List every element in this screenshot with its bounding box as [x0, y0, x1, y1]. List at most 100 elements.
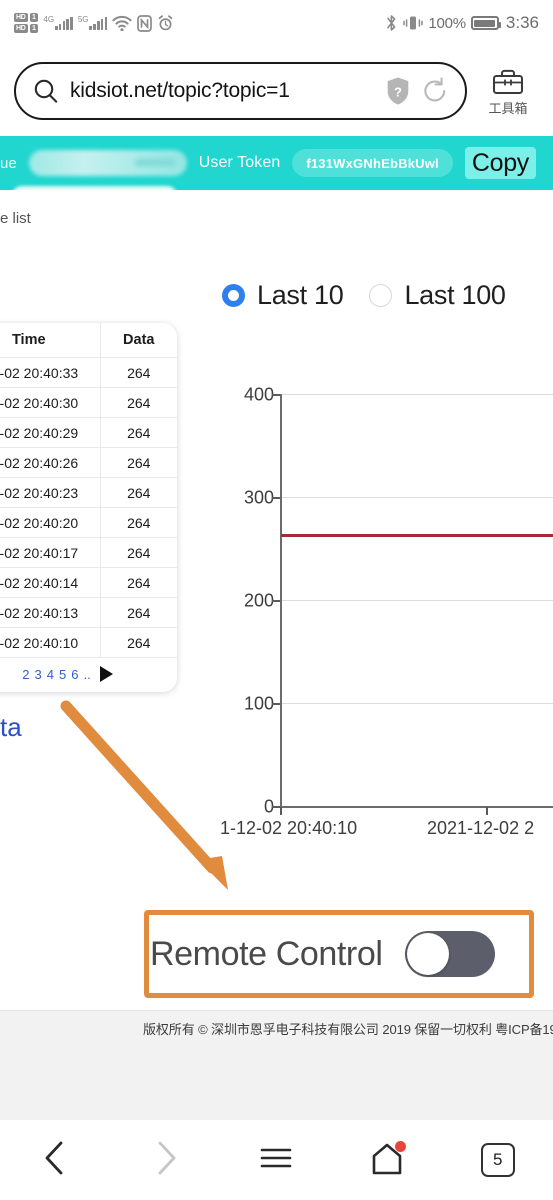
- sim-1-badge-icon: 1: [29, 13, 39, 22]
- blue-link-cut-text[interactable]: ta: [0, 712, 22, 743]
- cell-data: 264: [100, 627, 177, 658]
- y-tick-label-100: 100: [243, 693, 274, 714]
- table-row: -12-02 20:40:10264: [0, 627, 177, 658]
- cell-time: -12-02 20:40:17: [0, 537, 101, 568]
- table-row: -12-02 20:40:29264: [0, 417, 177, 448]
- cell-data: 264: [100, 507, 177, 538]
- y-tick-label-200: 200: [243, 590, 274, 611]
- y-tick-mark: [272, 394, 280, 396]
- grid-line: [281, 600, 553, 601]
- y-axis-line: [280, 394, 282, 807]
- y-tick-mark: [272, 806, 280, 808]
- url-text[interactable]: kidsiot.net/topic?topic=1: [70, 79, 375, 103]
- line-chart: 400 300 200 100 0 1-12-02 20:40:10 2021-…: [214, 365, 553, 845]
- radio-dot-selected-icon[interactable]: [222, 284, 245, 307]
- sim-2-row: HD 1: [14, 24, 39, 33]
- menu-button[interactable]: [241, 1130, 311, 1190]
- data-table: Time Data -12-02 20:40:33264 -12-02 20:4…: [0, 323, 177, 658]
- x-tick-mark: [486, 807, 488, 815]
- radio-option-last-100[interactable]: Last 100: [369, 280, 506, 311]
- home-notification-dot-icon: [395, 1141, 407, 1152]
- battery-percent-label: 100%: [428, 14, 466, 32]
- home-button[interactable]: [352, 1130, 422, 1190]
- next-page-icon[interactable]: [99, 666, 113, 682]
- vibrate-icon: [403, 14, 424, 32]
- url-bar[interactable]: kidsiot.net/topic?topic=1 ?: [14, 62, 467, 120]
- page-link-5[interactable]: 5: [59, 667, 66, 682]
- remote-control-row: Remote Control: [150, 918, 528, 990]
- y-tick-mark: [272, 703, 280, 705]
- signal-bars-2-icon: [89, 17, 108, 30]
- signal-group-1: 4G: [43, 15, 73, 30]
- shield-question-icon[interactable]: ?: [385, 76, 411, 106]
- radio-dot-unselected-icon[interactable]: [369, 284, 393, 307]
- svg-text:?: ?: [394, 85, 402, 100]
- signal-bars-1-icon: [55, 17, 73, 30]
- user-token-value[interactable]: f131WxGNhEbBkUwl: [292, 149, 453, 177]
- table-header-time: Time: [0, 323, 101, 358]
- table-row: -12-02 20:40:23264: [0, 477, 177, 508]
- network-type-1-label: 4G: [43, 15, 55, 24]
- copyright-text: 版权所有 © 深圳市恩孚电子科技有限公司 2019 保留一切权利 粤ICP备19…: [143, 1022, 553, 1037]
- grid-line: [281, 703, 553, 704]
- toolbox-icon: [491, 66, 525, 96]
- cell-time: -12-02 20:40:23: [0, 477, 101, 508]
- back-chevron-icon: [40, 1139, 70, 1182]
- alarm-icon: [157, 14, 174, 32]
- remote-control-toggle[interactable]: [404, 931, 495, 977]
- y-tick-mark: [272, 600, 280, 602]
- series-line-data: [281, 534, 553, 537]
- x-axis-line: [280, 806, 553, 808]
- cell-data: 264: [100, 417, 177, 448]
- forward-chevron-icon: [151, 1139, 181, 1182]
- back-button[interactable]: [20, 1130, 90, 1190]
- dual-sim-indicators: HD 1 HD 1: [14, 13, 39, 33]
- page-link-2[interactable]: 2: [22, 667, 29, 682]
- forward-button[interactable]: [131, 1130, 201, 1190]
- hd-badge-icon: HD: [14, 13, 28, 22]
- toggle-knob: [406, 933, 449, 975]
- network-type-2-label: 5G: [77, 15, 89, 24]
- toolbox-button[interactable]: 工具箱: [477, 66, 539, 117]
- pagination: 2 3 4 5 6 ..: [0, 658, 177, 692]
- range-selector: Last 10 Last 100: [222, 280, 506, 311]
- page-link-4[interactable]: 4: [47, 667, 54, 682]
- table-row: -12-02 20:40:17264: [0, 537, 177, 568]
- grid-line: [281, 497, 553, 498]
- cell-data: 264: [100, 537, 177, 568]
- page-content: e list Last 10 Last 100 Time Data -02 20…: [0, 190, 553, 1010]
- x-tick-label-end: 2021-12-02 2: [427, 818, 535, 838]
- status-bar-right: 100% 3:36: [385, 13, 539, 33]
- cell-time: -12-02 20:40:30: [0, 387, 101, 418]
- cell-data: 264: [100, 477, 177, 508]
- cell-time: -12-02 20:40:20: [0, 507, 101, 538]
- tab-count-label: 5: [480, 1143, 515, 1177]
- table-header-data: Data: [100, 323, 177, 358]
- table-header-row: Time Data: [0, 323, 177, 358]
- cell-data: 264: [100, 567, 177, 598]
- cell-time: -12-02 20:40:26: [0, 447, 101, 478]
- page-link-6[interactable]: 6: [71, 667, 78, 682]
- cell-data: 264: [100, 447, 177, 478]
- browser-bottom-nav: 5: [0, 1120, 553, 1200]
- bluetooth-icon: [385, 14, 398, 32]
- reload-icon[interactable]: [421, 77, 449, 105]
- table-row: -12-02 20:40:13264: [0, 597, 177, 628]
- cell-data: 264: [100, 387, 177, 418]
- toolbox-label: 工具箱: [488, 100, 528, 116]
- site-header-cut-text: ue: [0, 154, 17, 172]
- table-row: -12-02 20:40:20264: [0, 507, 177, 538]
- page-link-3[interactable]: 3: [35, 667, 42, 682]
- radio-option-last-10[interactable]: Last 10: [222, 280, 344, 311]
- copy-button[interactable]: Copy: [464, 147, 537, 179]
- tab-switcher-button[interactable]: 5: [463, 1130, 533, 1190]
- table-row: -12-02 20:40:30264: [0, 387, 177, 418]
- redacted-email-field[interactable]: [28, 150, 187, 176]
- data-table-card: Time Data -12-02 20:40:33264 -12-02 20:4…: [0, 323, 177, 692]
- grid-line: [281, 394, 553, 395]
- user-token-label: User Token: [198, 154, 281, 171]
- y-tick-label-400: 400: [243, 384, 274, 405]
- x-tick-label-start: 1-12-02 20:40:10: [220, 818, 358, 838]
- cell-time: -12-02 20:40:14: [0, 567, 101, 598]
- hamburger-menu-icon: [257, 1143, 295, 1178]
